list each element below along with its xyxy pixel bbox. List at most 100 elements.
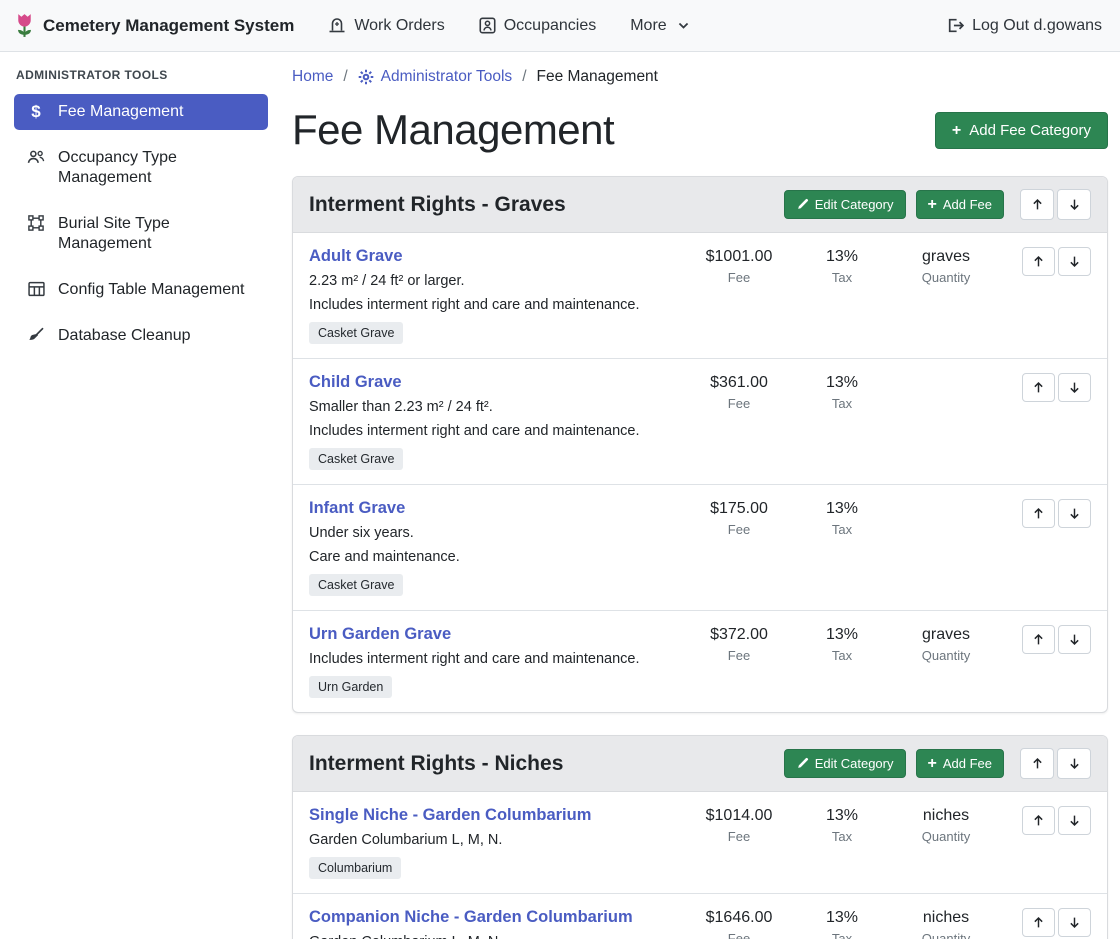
breadcrumb-current: Fee Management — [537, 68, 659, 86]
sidebar-item-fee-management[interactable]: $ Fee Management — [14, 94, 268, 130]
fee-description: Includes interment right and care and ma… — [309, 651, 674, 667]
move-fee-down-button[interactable] — [1058, 806, 1091, 835]
sidebar-item-database-cleanup[interactable]: Database Cleanup — [14, 318, 268, 354]
fee-name-link[interactable]: Companion Niche - Garden Columbarium — [309, 908, 633, 927]
fee-description: Under six years. — [309, 525, 674, 541]
fee-name-link[interactable]: Single Niche - Garden Columbarium — [309, 806, 591, 825]
fee-amount-column: $175.00 Fee — [684, 499, 794, 537]
add-fee-category-button[interactable]: + Add Fee Category — [935, 112, 1108, 149]
category-header: Interment Rights - Niches Edit Category … — [293, 736, 1107, 792]
move-fee-down-button[interactable] — [1058, 373, 1091, 402]
page-header: Fee Management + Add Fee Category — [292, 106, 1108, 154]
fee-quantity-column: graves Quantity — [890, 625, 1002, 663]
fee-quantity-column — [890, 373, 1002, 378]
fee-tax-column: 13% Tax — [794, 499, 890, 537]
fee-tax-label: Tax — [794, 648, 890, 663]
breadcrumb-admin-tools[interactable]: Administrator Tools — [358, 68, 513, 86]
logout-link[interactable]: Log Out d.gowans — [946, 17, 1102, 35]
fee-row: Companion Niche - Garden Columbarium Gar… — [293, 893, 1107, 939]
move-fee-up-button[interactable] — [1022, 806, 1055, 835]
fee-tax: 13% — [794, 626, 890, 644]
sidebar-heading: ADMINISTRATOR TOOLS — [16, 68, 268, 82]
sidebar-item-config-table-management[interactable]: Config Table Management — [14, 272, 268, 308]
breadcrumb-admin-tools-label: Administrator Tools — [381, 68, 513, 86]
fee-quantity-column: niches Quantity — [890, 908, 1002, 939]
move-fee-up-button[interactable] — [1022, 625, 1055, 654]
move-category-up-button[interactable] — [1020, 748, 1054, 779]
breadcrumb-home[interactable]: Home — [292, 68, 333, 86]
fee-main: Child Grave Smaller than 2.23 m² / 24 ft… — [309, 373, 684, 470]
fee-description: Garden Columbarium L, M, N. — [309, 934, 674, 939]
category-reorder-group — [1020, 748, 1091, 779]
move-fee-up-button[interactable] — [1022, 499, 1055, 528]
move-fee-down-button[interactable] — [1058, 625, 1091, 654]
add-fee-button[interactable]: + Add Fee — [916, 190, 1005, 219]
fee-tax: 13% — [794, 374, 890, 392]
move-category-down-button[interactable] — [1057, 748, 1091, 779]
fee-amount: $361.00 — [684, 374, 794, 392]
nav-occupancies-label: Occupancies — [504, 17, 597, 35]
fee-quantity-label: Quantity — [890, 270, 1002, 285]
fee-tax-label: Tax — [794, 270, 890, 285]
top-navbar: Cemetery Management System Work Orders — [0, 0, 1120, 52]
fee-rows: Adult Grave 2.23 m² / 24 ft² or larger.I… — [293, 233, 1107, 712]
logout-label: Log Out d.gowans — [972, 17, 1102, 35]
nav-work-orders[interactable]: Work Orders — [328, 17, 444, 35]
fee-quantity: niches — [890, 909, 1002, 927]
category-reorder-group — [1020, 189, 1091, 220]
fee-amount: $1646.00 — [684, 909, 794, 927]
move-fee-down-button[interactable] — [1058, 908, 1091, 937]
fee-amount-column: $372.00 Fee — [684, 625, 794, 663]
edit-category-button[interactable]: Edit Category — [784, 190, 906, 219]
fee-name-link[interactable]: Adult Grave — [309, 247, 403, 266]
fee-amount-label: Fee — [684, 522, 794, 537]
fee-tax: 13% — [794, 807, 890, 825]
fee-descriptions: Under six years.Care and maintenance. — [309, 525, 674, 565]
edit-category-label: Edit Category — [815, 756, 894, 771]
fee-name-link[interactable]: Urn Garden Grave — [309, 625, 451, 644]
move-fee-down-button[interactable] — [1058, 247, 1091, 276]
sidebar-item-label: Burial Site Type Management — [58, 214, 256, 254]
fee-reorder-group — [1022, 499, 1091, 528]
category-header: Interment Rights - Graves Edit Category … — [293, 177, 1107, 233]
fee-reorder-group — [1022, 247, 1091, 276]
move-fee-down-button[interactable] — [1058, 499, 1091, 528]
edit-category-button[interactable]: Edit Category — [784, 749, 906, 778]
table-icon — [26, 281, 46, 297]
fee-row: Child Grave Smaller than 2.23 m² / 24 ft… — [293, 358, 1107, 484]
gear-icon — [358, 69, 374, 85]
brand-link[interactable]: Cemetery Management System — [14, 12, 294, 39]
sidebar-item-burial-site-type-management[interactable]: Burial Site Type Management — [14, 206, 268, 262]
dollar-icon: $ — [26, 103, 46, 121]
fee-type-badge: Casket Grave — [309, 322, 403, 344]
nav-more[interactable]: More — [630, 17, 689, 35]
fee-tax-column: 13% Tax — [794, 247, 890, 285]
nav-occupancies[interactable]: Occupancies — [479, 17, 597, 35]
move-category-up-button[interactable] — [1020, 189, 1054, 220]
fee-amount-label: Fee — [684, 648, 794, 663]
vector-square-icon — [26, 215, 46, 231]
fee-amount-column: $1646.00 Fee — [684, 908, 794, 939]
fee-name-link[interactable]: Child Grave — [309, 373, 402, 392]
pencil-icon — [796, 198, 809, 211]
fee-row: Adult Grave 2.23 m² / 24 ft² or larger.I… — [293, 233, 1107, 358]
fee-name-link[interactable]: Infant Grave — [309, 499, 405, 518]
fee-reorder-group — [1022, 806, 1091, 835]
fee-quantity-label: Quantity — [890, 648, 1002, 663]
fee-tax-column: 13% Tax — [794, 625, 890, 663]
move-fee-up-button[interactable] — [1022, 373, 1055, 402]
fee-quantity-label: Quantity — [890, 829, 1002, 844]
fee-tax-column: 13% Tax — [794, 806, 890, 844]
add-fee-button[interactable]: + Add Fee — [916, 749, 1005, 778]
fee-amount-label: Fee — [684, 829, 794, 844]
occupant-icon — [479, 17, 496, 34]
move-fee-up-button[interactable] — [1022, 247, 1055, 276]
move-fee-up-button[interactable] — [1022, 908, 1055, 937]
fee-quantity-column — [890, 499, 1002, 504]
main-nav: Work Orders Occupancies More — [328, 17, 689, 35]
plus-icon: + — [928, 757, 937, 770]
sidebar-item-occupancy-type-management[interactable]: Occupancy Type Management — [14, 140, 268, 196]
fee-main: Infant Grave Under six years.Care and ma… — [309, 499, 684, 596]
move-category-down-button[interactable] — [1057, 189, 1091, 220]
add-fee-label: Add Fee — [943, 756, 992, 771]
